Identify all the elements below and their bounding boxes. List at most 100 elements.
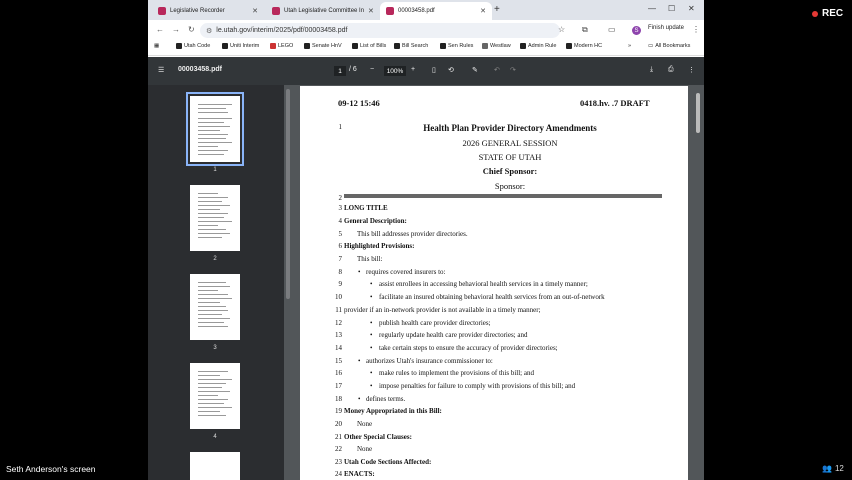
thumbnail-page-4[interactable] (190, 363, 240, 429)
legislature-favicon-icon (386, 7, 394, 15)
site-info-icon[interactable]: ⚙ (206, 27, 212, 35)
bookmark-item[interactable]: Westlaw (482, 43, 511, 49)
apps-grid-icon[interactable]: ▦ (154, 43, 159, 49)
tab-pdf[interactable]: 00003458.pdf ✕ (380, 2, 492, 20)
bookmark-item[interactable]: Utah Code (176, 43, 210, 49)
title-divider (344, 194, 662, 198)
close-icon[interactable]: ✕ (252, 7, 258, 15)
screen-share-label: Seth Anderson's screen (6, 464, 96, 474)
bookmark-item[interactable]: Uniti Interim (222, 43, 259, 49)
close-icon[interactable]: ✕ (368, 7, 374, 15)
state-label: STATE OF UTAH (478, 152, 542, 162)
line-number: 24 (335, 470, 342, 478)
bullet-icon: • (370, 369, 373, 377)
participant-count[interactable]: 👥 12 (822, 464, 844, 473)
thumbnail-scrollbar[interactable] (286, 89, 290, 299)
section-heading: General Description: (344, 217, 407, 225)
more-options-icon[interactable]: ⋮ (688, 66, 695, 74)
legislature-favicon-icon (158, 7, 166, 15)
sidepanel-icon[interactable]: ▭ (608, 25, 616, 34)
line-number: 19 (335, 407, 342, 415)
download-icon[interactable]: ⤓ (650, 66, 653, 74)
tab-bar: Legislative Recorder ✕ Utah Legislative … (148, 0, 704, 20)
tab-legislative-recorder[interactable]: Legislative Recorder ✕ (152, 2, 264, 20)
browser-menu-icon[interactable]: ⋮ (692, 25, 700, 34)
bookmark-favicon-icon (394, 43, 400, 49)
line-number: 5 (338, 230, 343, 238)
bookmark-star-icon[interactable]: ☆ (558, 25, 565, 34)
body-line: None (357, 445, 373, 453)
all-bookmarks-button[interactable]: ▭ All Bookmarks (648, 43, 690, 49)
draft-label: 0418.hv. .7 DRAFT (580, 98, 650, 108)
fit-page-icon[interactable]: ▯ (432, 66, 436, 74)
page-number-input[interactable]: 1 (334, 66, 346, 76)
tab-title: Legislative Recorder (170, 8, 225, 14)
tab-committee[interactable]: Utah Legislative Committee In ✕ (266, 2, 378, 20)
bullet-icon: • (370, 344, 373, 352)
bookmark-item[interactable]: Sen Rules (440, 43, 473, 49)
sponsor-label: Sponsor: (494, 181, 526, 191)
thumbnail-page-5[interactable] (190, 452, 240, 480)
bookmarks-bar: ▦ Utah Code Uniti Interim LEGO Senate Hn… (148, 41, 704, 56)
body-line: defines terms. (366, 395, 406, 403)
line-number: 6 (338, 242, 343, 250)
menu-icon[interactable]: ☰ (158, 66, 164, 74)
address-bar[interactable]: ⚙ le.utah.gov/interim/2025/pdf/00003458.… (200, 23, 560, 38)
maximize-icon[interactable]: ☐ (668, 4, 675, 13)
bookmark-favicon-icon (304, 43, 310, 49)
line-number: 7 (338, 255, 343, 263)
line-number: 20 (335, 420, 342, 428)
thumbnail-number: 1 (213, 167, 217, 173)
minimize-icon[interactable]: — (648, 4, 656, 13)
line-number: 17 (335, 382, 342, 390)
extensions-icon[interactable]: ⧉ (582, 25, 588, 35)
avatar[interactable]: S (632, 26, 641, 35)
body-line: requires covered insurers to: (366, 268, 446, 276)
rotate-icon[interactable]: ⟲ (448, 66, 454, 74)
back-icon[interactable]: ← (156, 25, 164, 34)
line-number: 15 (335, 357, 342, 365)
bullet-icon: • (358, 268, 361, 276)
more-bookmarks-icon[interactable]: » (628, 43, 631, 49)
record-dot-icon (812, 10, 818, 17)
folder-icon: ▭ (648, 43, 654, 49)
line-number: 22 (335, 445, 342, 453)
section-heading: Highlighted Provisions: (344, 242, 415, 250)
bookmark-favicon-icon (440, 43, 446, 49)
print-icon[interactable]: ⎙ (668, 66, 674, 74)
thumbnail-page-1[interactable] (186, 92, 244, 166)
thumbnail-page-2[interactable] (190, 185, 240, 251)
section-heading: ENACTS: (344, 470, 375, 478)
redo-icon[interactable]: ↷ (510, 66, 516, 74)
body-line: provider if an in-network provider is no… (344, 306, 541, 314)
thumbnail-sidebar: 1 2 3 4 (148, 85, 284, 480)
url-text: le.utah.gov/interim/2025/pdf/00003458.pd… (216, 27, 348, 34)
window-close-icon[interactable]: ✕ (688, 4, 695, 13)
section-heading: Money Appropriated in this Bill: (344, 407, 442, 415)
pdf-toolbar: ☰ 00003458.pdf 1 / 6 − 100% + ▯ ⟲ ✎ ↶ ↷ … (148, 57, 704, 85)
document-scrollbar[interactable] (696, 93, 700, 133)
zoom-in-icon[interactable]: + (411, 66, 415, 73)
zoom-out-icon[interactable]: − (370, 66, 374, 73)
forward-icon[interactable]: → (172, 25, 180, 34)
thumbnail-page-3[interactable] (190, 274, 240, 340)
meeting-stage: REC Legislative Recorder ✕ Utah Legislat… (0, 0, 852, 480)
undo-icon[interactable]: ↶ (494, 66, 500, 74)
bullet-icon: • (358, 357, 361, 365)
annotate-icon[interactable]: ✎ (472, 66, 478, 74)
bookmark-item[interactable]: Senate HnV (304, 43, 342, 49)
finish-update-button[interactable]: Finish update (648, 25, 684, 31)
line-number: 4 (338, 217, 343, 225)
new-tab-icon[interactable]: + (494, 4, 500, 15)
bookmark-item[interactable]: Admin Rule (520, 43, 556, 49)
close-icon[interactable]: ✕ (480, 7, 486, 15)
bookmark-item[interactable]: List of Bills (352, 43, 386, 49)
bookmark-item[interactable]: Bill Search (394, 43, 428, 49)
bookmark-item[interactable]: Modern HC (566, 43, 602, 49)
browser-window: Legislative Recorder ✕ Utah Legislative … (148, 0, 704, 480)
body-line: publish health care provider directories… (379, 319, 491, 327)
thumbnail-number: 3 (213, 345, 217, 351)
bookmark-item[interactable]: LEGO (270, 43, 293, 49)
zoom-input[interactable]: 100% (384, 66, 406, 76)
reload-icon[interactable]: ↻ (188, 25, 195, 34)
